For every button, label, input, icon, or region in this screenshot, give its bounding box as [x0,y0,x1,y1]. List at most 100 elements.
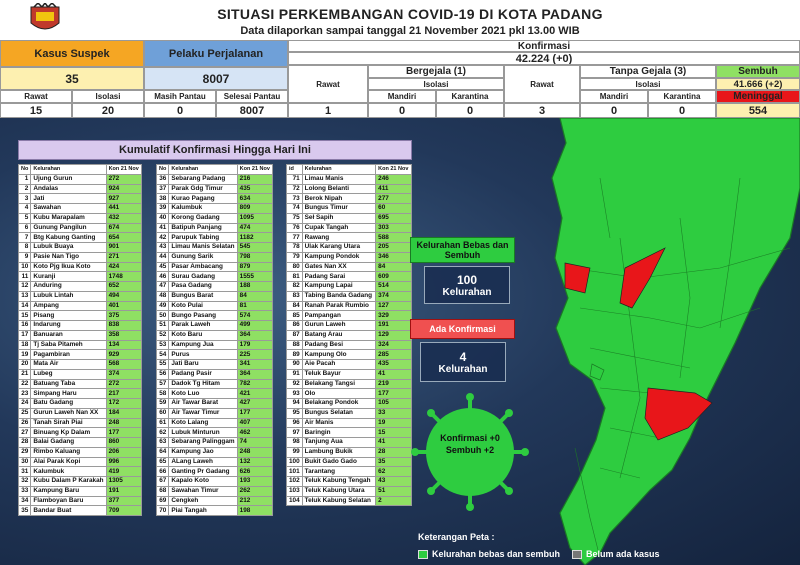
table-row: 8 Lubuk Buaya 901 [17,242,142,253]
row-kelurahan: Pampangan [301,310,377,321]
meninggal-value: 554 [716,103,800,118]
row-number: 12 [17,281,32,292]
row-value: 248 [105,417,142,429]
row-number: 91 [286,368,303,380]
row-number: 15 [17,310,32,321]
row-kelurahan: Bungo Pasang [168,310,238,321]
table-row: 5 Kubu Marapalam 432 [17,212,142,224]
row-value: 191 [105,485,142,497]
row-kelurahan: Kampung Baru [30,485,107,497]
table-row: 41 Batipuh Panjang 474 [155,222,274,234]
row-number: 65 [155,456,170,468]
row-kelurahan: Teluk Bayur [301,368,377,380]
table-row: 95 Bungus Selatan 33 [286,407,412,419]
row-number: 82 [286,281,303,292]
row-kelurahan: Ujung Gurun [30,173,107,185]
confirm-label: Konfirmasi [288,40,800,52]
row-number: 56 [155,368,170,380]
row-kelurahan: Rimbo Kaluang [30,446,107,458]
suspect-value: 35 [0,67,144,90]
row-number: 46 [155,271,170,282]
row-kelurahan: Koto Baru [168,329,238,341]
row-number: 75 [286,212,303,224]
row-value: 879 [236,261,274,273]
row-value: 105 [375,398,412,409]
row-kelurahan: Parak Laweh [168,320,238,331]
row-number: 9 [17,251,32,263]
tanpa-gejala-karantina-value: 0 [648,103,716,118]
row-value: 798 [236,251,274,263]
row-value: 1748 [105,271,142,282]
page-subtitle: Data dilaporkan sampai tanggal 21 Novemb… [240,25,580,37]
row-value: 84 [236,290,274,302]
row-kelurahan: Koto Pulai [168,300,238,312]
table-row: 94 Belakang Pondok 105 [286,398,412,409]
row-kelurahan: Pasar Ambacang [168,261,238,273]
row-value: 217 [105,388,142,399]
row-number: 35 [17,505,32,516]
table-row: 59 Air Tawar Barat 427 [155,398,274,409]
row-value: 574 [236,310,274,321]
row-number: 94 [286,398,303,409]
row-value: 205 [375,242,412,253]
bebas-unit: Kelurahan [442,286,492,298]
row-kelurahan: Kuranji [30,271,107,282]
row-number: 52 [155,329,170,341]
row-value: 1305 [105,476,142,487]
city-region-shape [551,118,800,565]
table-row: 4 Sawahan 441 [17,203,142,214]
table-row: 10 Koto Pjg Ikua Koto 424 [17,261,142,273]
row-value: 132 [236,456,274,468]
table-row: 43 Limau Manis Selatan 545 [155,242,274,253]
table-row: 55 Jati Baru 341 [155,359,274,370]
row-value: 84 [375,261,412,273]
table-row: 57 Dadok Tg Hitam 782 [155,378,274,390]
panel-title: Kumulatif Konfirmasi Hingga Hari Ini [18,140,412,160]
row-number: 48 [155,290,170,302]
table-row: 56 Padang Pasir 364 [155,368,274,380]
table-row: 15 Pisang 375 [17,310,142,321]
col-kelurahan: Kelurahan [30,164,107,175]
table-row: 98 Tanjung Aua 41 [286,437,412,448]
row-kelurahan: Koto Pjg Ikua Koto [30,261,107,273]
row-number: 38 [155,193,170,204]
row-number: 96 [286,417,303,429]
kelurahan-table-3: id Kelurahan Kon 21 Nov 71 Limau Manis 246 72… [286,164,412,507]
table-row: 19 Pagambiran 929 [17,349,142,360]
kelurahan-table-1: No Kelurahan Kon 21 Nov 1 Ujung Gurun 272 2 An… [17,164,142,516]
table-row: 54 Purus 225 [155,349,274,360]
row-number: 26 [17,417,32,429]
row-value: 809 [236,203,274,214]
row-kelurahan: Andalas [30,183,107,195]
table-row: 68 Sawahan Timur 262 [155,485,274,497]
row-kelurahan: Tarantang [301,466,377,477]
row-kelurahan: Teluk Kabung Selatan [301,495,377,507]
row-kelurahan: Ampang [30,300,107,312]
row-value: 81 [236,300,274,312]
row-value: 1095 [236,212,274,224]
bergejala-mandiri-label: Mandiri [368,90,436,103]
row-number: 11 [17,271,32,282]
row-kelurahan: Sebarang Padang [168,173,238,185]
table-row: 93 Olo 177 [286,388,412,399]
table-row: 99 Lambung Bukik 28 [286,446,412,458]
legend-swatch-gray [572,549,583,559]
row-kelurahan: Korong Gadang [168,212,238,224]
legend-item-1: Kelurahan bebas dan sembuh [432,549,561,559]
row-kelurahan: Teluk Kabung Tengah [301,476,377,487]
row-kelurahan: Aie Pacah [301,359,377,370]
row-kelurahan: Padang Besi [301,339,377,351]
row-value: 51 [375,485,412,497]
row-kelurahan: Kurao Pagang [168,193,238,204]
row-number: 36 [155,173,170,185]
row-value: 206 [105,446,142,458]
row-value: 441 [105,203,142,214]
row-number: 61 [155,417,170,429]
bergejala-karantina-value: 0 [436,103,504,118]
row-kelurahan: Batuang Taba [30,378,107,390]
table-row: 64 Kampung Jao 248 [155,446,274,458]
row-kelurahan: Flamboyan Baru [30,495,107,507]
table-row: 84 Ranah Parak Rumbio 127 [286,300,412,312]
row-value: 407 [236,417,274,429]
row-kelurahan: Baringin [301,427,377,438]
